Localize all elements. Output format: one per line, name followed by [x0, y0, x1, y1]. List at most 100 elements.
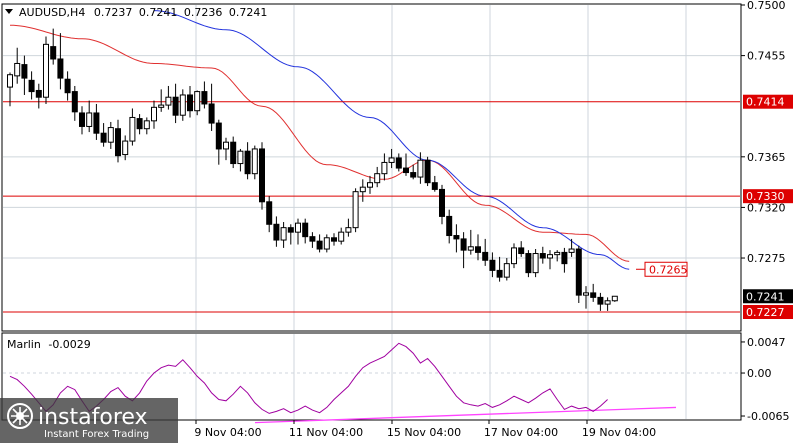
candle-body-down — [187, 94, 193, 112]
candle-body-up — [179, 94, 186, 116]
candle-body-down — [208, 103, 215, 124]
candle-body-up — [86, 112, 93, 127]
marlin-tick-label: 0.0047 — [747, 336, 786, 349]
candle — [525, 250, 532, 278]
candle-body-up — [547, 254, 553, 259]
candle-body-up — [280, 227, 287, 241]
candle-body-down — [496, 269, 503, 278]
watermark: instaforex Instant Forex Trading — [0, 398, 178, 443]
candle-body-down — [302, 222, 309, 238]
candle-body-down — [172, 96, 179, 116]
candle-body-up — [611, 295, 618, 302]
candle-body-down — [331, 237, 337, 242]
candle-body-up — [237, 150, 244, 165]
candle-body-up — [158, 104, 165, 108]
chart-background — [0, 0, 798, 443]
svg-text:AUDUSD,H4 0.7237 0: AUDUSD,H4 0.7237 0.7241 0.7236 0.7241 — [19, 6, 267, 19]
ma-tag-label: 0.7265 — [649, 263, 688, 276]
price-tick-label: 0.7414 — [746, 96, 785, 109]
candle-body-down — [424, 159, 431, 184]
candle — [352, 188, 359, 233]
candle-body-down — [460, 238, 467, 251]
candle-body-down — [446, 215, 453, 237]
candle-body-up — [467, 246, 474, 251]
candle-body-up — [107, 127, 114, 143]
candle-body-up — [568, 248, 575, 253]
candle-body-down — [21, 64, 28, 79]
instaforex-logo-icon — [7, 403, 33, 429]
candle-body-up — [352, 191, 359, 229]
candle-body-down — [410, 172, 417, 178]
candle-body-up — [388, 157, 395, 163]
candle-body-up — [165, 96, 172, 106]
candle-body-up — [323, 237, 330, 250]
symbol-label: AUDUSD,H4 — [19, 6, 85, 19]
candle-body-up — [143, 120, 150, 130]
watermark-tagline: Instant Forex Trading — [44, 429, 149, 440]
candle-body-down — [201, 91, 208, 105]
candle-body-down — [439, 188, 445, 217]
open-value: 0.7237 — [94, 6, 133, 19]
candle-body-down — [115, 128, 121, 157]
close-value: 0.7241 — [229, 6, 268, 19]
watermark-brand: instaforex — [38, 405, 148, 430]
high-value: 0.7241 — [139, 6, 178, 19]
candle-body-down — [309, 236, 316, 242]
candle-body-up — [374, 173, 381, 184]
candle — [611, 295, 618, 302]
candle-body-down — [561, 251, 568, 265]
candle-body-down — [259, 148, 265, 203]
candle-body-up — [511, 247, 517, 265]
last-price-label: 0.7241 — [746, 290, 785, 303]
candle-body-down — [453, 235, 460, 240]
candle-body-up — [223, 141, 229, 150]
candle-body-up — [604, 300, 611, 305]
time-tick-label: 17 Nov 04:00 — [484, 426, 558, 439]
candle-body-down — [244, 150, 251, 175]
time-tick-label: 9 Nov 04:00 — [194, 426, 261, 439]
candle-body-up — [251, 148, 258, 175]
price-tick-label: 0.7365 — [747, 151, 786, 164]
candle-body-up — [554, 251, 561, 256]
candle-body-up — [367, 182, 373, 188]
candle-body-down — [79, 112, 85, 127]
candle-body-up — [295, 222, 301, 233]
candle-body-down — [287, 227, 294, 233]
candle-body-down — [518, 247, 525, 255]
price-tick-label: 0.7275 — [747, 252, 786, 265]
time-tick-label: 15 Nov 04:00 — [387, 426, 461, 439]
candle-body-down — [475, 246, 481, 253]
candle-body-up — [583, 292, 589, 296]
candle-body-down — [403, 167, 409, 174]
candle-body-down — [316, 240, 323, 250]
candle-body-down — [136, 118, 143, 130]
marlin-tick-label: 0.00 — [747, 367, 772, 380]
candle-body-down — [50, 46, 57, 60]
candle-body-down — [273, 223, 280, 241]
candle-body-down — [597, 296, 604, 305]
candle-body-up — [381, 161, 388, 175]
candle-body-down — [57, 58, 64, 79]
candle-body-up — [129, 116, 136, 142]
chart-root: 0.7265 AUDUSD,H4 0.7237 0.7241 0.7236 0.… — [0, 0, 798, 443]
candle — [575, 245, 582, 304]
candle-body-down — [35, 89, 42, 98]
price-tick-label: 0.7500 — [747, 0, 786, 12]
candle-body-down — [28, 79, 35, 93]
candle-body-down — [100, 132, 107, 143]
candle-body-down — [489, 259, 496, 271]
candle-body-up — [7, 74, 13, 88]
candle-body-up — [194, 91, 201, 112]
candle-body-up — [122, 140, 129, 156]
candle-body-up — [151, 106, 157, 122]
candle-body-down — [64, 78, 71, 94]
candle-body-down — [590, 292, 597, 298]
marlin-tick-label: -0.0065 — [747, 410, 789, 423]
candle-body-up — [43, 43, 49, 98]
candle-body-down — [215, 122, 222, 150]
candle-body-up — [345, 227, 352, 233]
candle-body-down — [266, 201, 273, 225]
candle-body-up — [14, 62, 21, 77]
price-tick-label: 0.7455 — [747, 50, 786, 63]
candle — [43, 36, 49, 104]
